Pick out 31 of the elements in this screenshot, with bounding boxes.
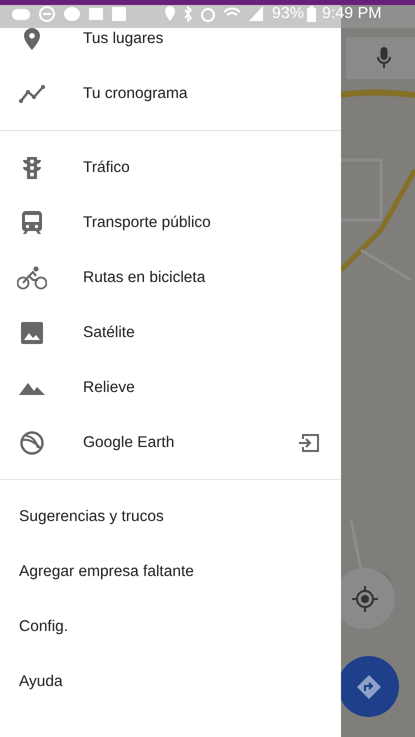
signal-icon	[249, 6, 263, 22]
location-icon	[165, 6, 175, 22]
pin-icon	[24, 28, 40, 50]
train-icon	[22, 210, 42, 234]
menu-item[interactable]: Relieve	[83, 376, 135, 400]
menu-item[interactable]: Satélite	[83, 320, 135, 344]
exit-icon[interactable]	[298, 432, 320, 452]
cyclist-icon	[17, 266, 47, 290]
crosshair-icon	[352, 586, 378, 612]
microphone-button[interactable]	[346, 37, 415, 79]
mountain-icon	[19, 380, 45, 394]
alarm-icon	[201, 6, 215, 22]
menu-item[interactable]: Transporte público	[83, 210, 211, 234]
menu-item[interactable]: Config.	[19, 614, 68, 638]
bluetooth-icon	[184, 6, 192, 22]
image-icon	[21, 322, 43, 344]
menu-item[interactable]: Ayuda	[19, 670, 63, 694]
traffic-light-icon	[22, 156, 42, 180]
menu-item[interactable]: Tráfico	[83, 156, 130, 180]
microphone-icon	[376, 47, 390, 69]
menu-item[interactable]: Sugerencias y trucos	[19, 504, 164, 528]
menu-item[interactable]: Rutas en bicicleta	[83, 266, 206, 290]
menu-item[interactable]: Tu cronograma	[83, 82, 188, 106]
globe-icon	[20, 430, 44, 454]
line-graph-icon	[19, 84, 45, 102]
directions-icon	[356, 674, 380, 698]
do-not-disturb-icon	[39, 6, 55, 22]
menu-item[interactable]: Google Earth	[83, 430, 174, 454]
menu-item[interactable]: Agregar empresa faltante	[19, 560, 194, 584]
battery-icon	[307, 6, 316, 22]
menu-item[interactable]: Tus lugares	[83, 26, 164, 50]
